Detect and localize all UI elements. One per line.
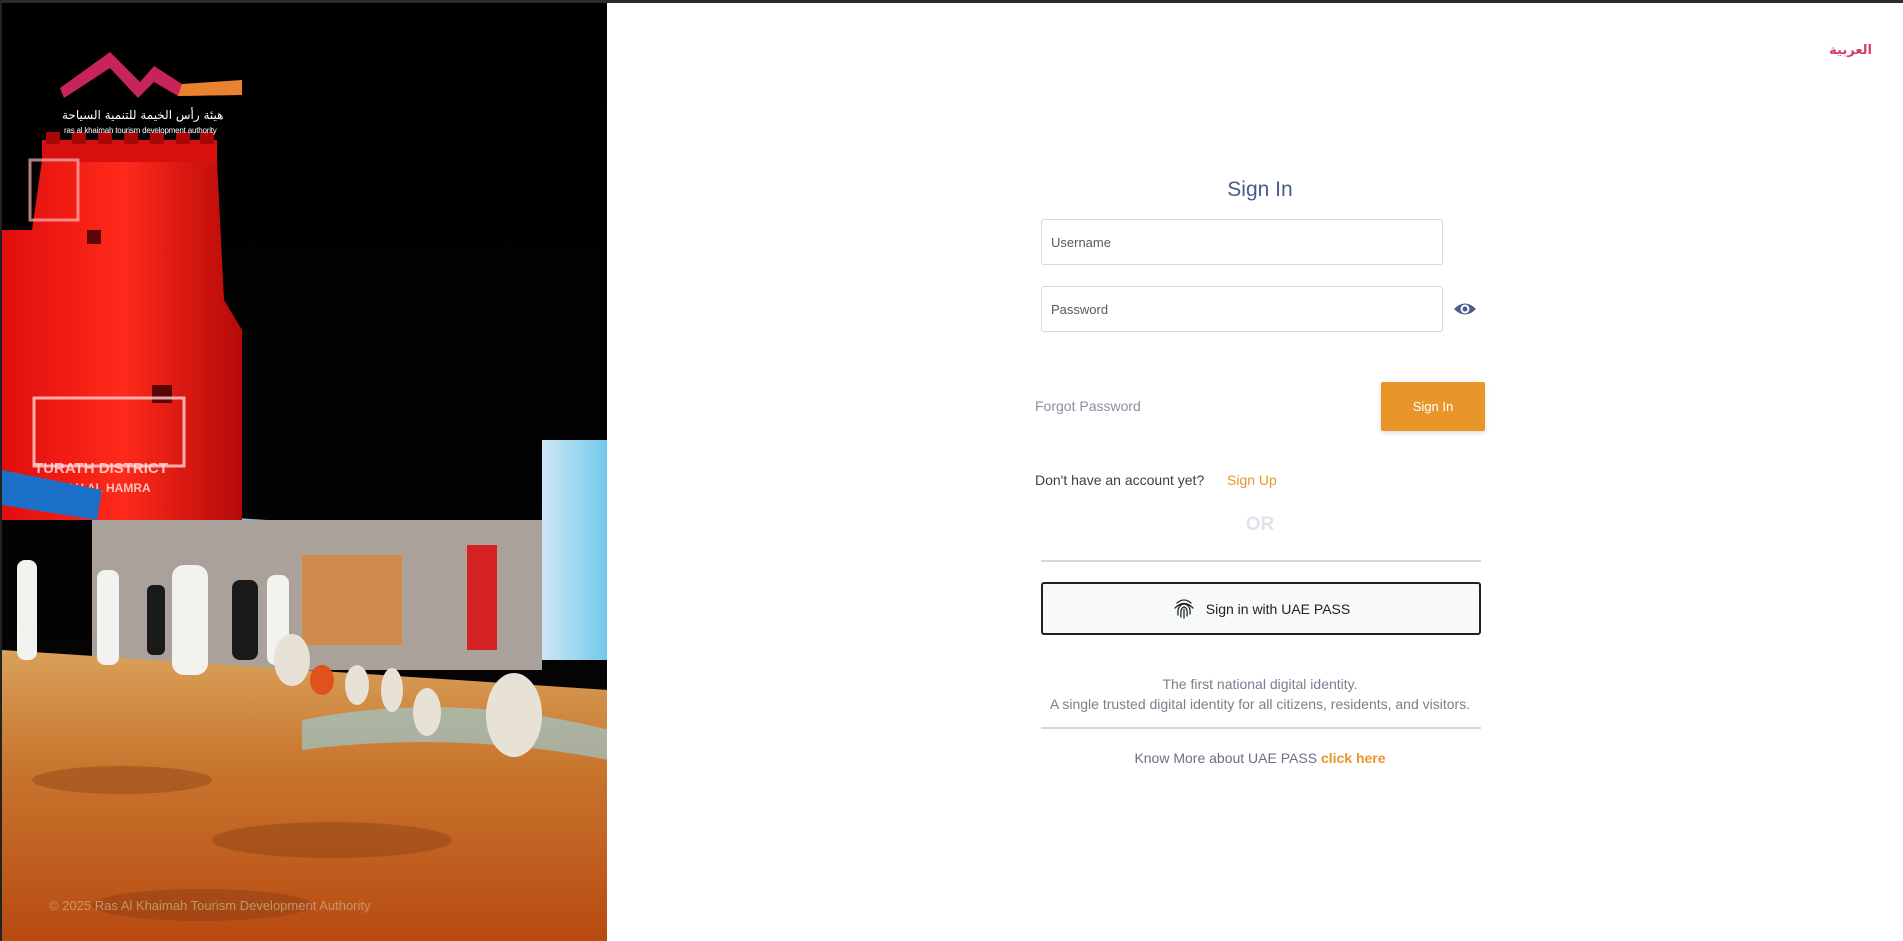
uae-pass-description: The first national digital identity. (1162, 676, 1358, 692)
sign-up-link[interactable]: Sign Up (1227, 472, 1277, 488)
brand-name-arabic: هيئة رأس الخيمة للتنمية السياحة (62, 108, 224, 122)
top-border (0, 0, 1903, 3)
fingerprint-icon (1174, 598, 1194, 619)
brand-name-english: ras al khaimah tourism development autho… (64, 126, 217, 135)
eye-icon[interactable] (1453, 299, 1477, 319)
username-input[interactable] (1041, 219, 1443, 265)
hero-photo: TURATH DISTRICT JAZIRAH AL HAMRA (2, 0, 607, 941)
know-more-link[interactable]: click here (1321, 750, 1386, 766)
sign-in-button[interactable]: Sign In (1381, 382, 1485, 431)
uae-pass-button-label: Sign in with UAE PASS (1205, 600, 1351, 617)
uae-pass-description-detail: A single trusted digital identity for al… (1049, 696, 1471, 712)
know-more-text: Know More about UAE PASS click here (1040, 750, 1480, 766)
sign-text-district: TURATH DISTRICT (34, 460, 168, 477)
no-account-text: Don't have an account yet? (1035, 472, 1205, 488)
or-separator: OR (1245, 514, 1275, 535)
divider (1041, 727, 1481, 729)
hero-image-panel: TURATH DISTRICT JAZIRAH AL HAMRA (0, 0, 607, 941)
forgot-password-link[interactable]: Forgot Password (1035, 398, 1141, 414)
uae-pass-sign-in-button[interactable]: Sign in with UAE PASS (1041, 582, 1481, 635)
language-toggle-link[interactable]: العربية (1829, 43, 1872, 58)
know-more-prefix: Know More about UAE PASS (1134, 750, 1318, 766)
copyright-text: © 2025 Ras Al Khaimah Tourism Developmen… (49, 898, 371, 913)
divider (1041, 560, 1481, 562)
password-input[interactable] (1041, 286, 1443, 332)
page-title: Sign In (1227, 178, 1293, 201)
